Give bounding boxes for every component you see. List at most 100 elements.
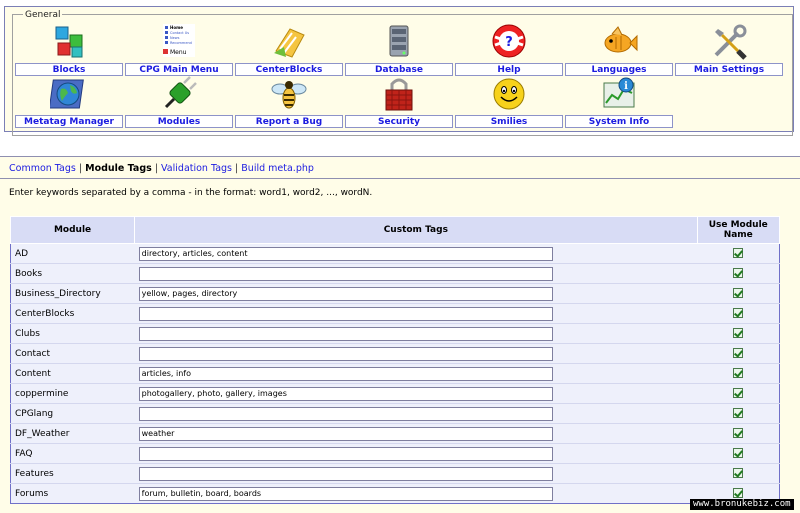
table-row: DF_Weather bbox=[10, 423, 780, 444]
tab-separator: | bbox=[78, 163, 83, 174]
svg-text:Home: Home bbox=[170, 25, 183, 30]
custom-tags-input[interactable] bbox=[138, 266, 553, 281]
custom-tags-cell bbox=[134, 443, 697, 464]
use-module-name-checkbox[interactable] bbox=[733, 408, 743, 419]
custom-tags-cell bbox=[134, 323, 697, 344]
custom-tags-cell bbox=[134, 403, 697, 424]
admin-label: Report a Bug bbox=[235, 115, 343, 128]
use-module-name-cell bbox=[697, 363, 780, 384]
module-name-cell: Business_Directory bbox=[10, 283, 135, 304]
admin-item-blocks[interactable]: Blocks bbox=[15, 23, 123, 76]
admin-item-languages[interactable]: Languages bbox=[565, 23, 673, 76]
custom-tags-input[interactable] bbox=[138, 426, 553, 441]
svg-text:Recommend: Recommend bbox=[170, 41, 192, 45]
admin-label: Smilies bbox=[455, 115, 563, 128]
use-module-name-checkbox[interactable] bbox=[733, 388, 743, 399]
tab-validation-tags[interactable]: Validation Tags bbox=[161, 163, 232, 174]
admin-item-smilies[interactable]: Smilies bbox=[455, 75, 563, 128]
tab-divider bbox=[0, 178, 800, 179]
table-row: FAQ bbox=[10, 443, 780, 464]
use-module-name-checkbox[interactable] bbox=[733, 448, 743, 459]
tab-common-tags[interactable]: Common Tags bbox=[9, 163, 76, 174]
use-module-name-checkbox[interactable] bbox=[733, 488, 743, 499]
module-name-cell: CPGlang bbox=[10, 403, 135, 424]
centerblocks-icon bbox=[274, 28, 305, 58]
use-module-name-checkbox[interactable] bbox=[733, 328, 743, 339]
custom-tags-cell bbox=[134, 343, 697, 364]
use-module-name-cell bbox=[697, 463, 780, 484]
tab-build-meta[interactable]: Build meta.php bbox=[241, 163, 314, 174]
custom-tags-input[interactable] bbox=[138, 406, 553, 421]
table-row: Business_Directory bbox=[10, 283, 780, 304]
use-module-name-checkbox[interactable] bbox=[733, 368, 743, 379]
table-row: AD bbox=[10, 243, 780, 264]
use-module-name-cell bbox=[697, 283, 780, 304]
admin-label: System Info bbox=[565, 115, 673, 128]
use-module-name-cell bbox=[697, 243, 780, 264]
use-module-name-checkbox[interactable] bbox=[733, 308, 743, 319]
use-module-name-cell bbox=[697, 263, 780, 284]
svg-text:?: ? bbox=[505, 35, 513, 50]
settings-icon bbox=[714, 24, 747, 60]
table-row: Books bbox=[10, 263, 780, 284]
tab-module-tags[interactable]: Module Tags bbox=[85, 163, 152, 174]
custom-tags-input[interactable] bbox=[138, 486, 553, 501]
admin-item-modules[interactable]: Modules bbox=[125, 75, 233, 128]
admin-item-security[interactable]: Security bbox=[345, 75, 453, 128]
admin-item-centerblocks[interactable]: CenterBlocks bbox=[235, 23, 343, 76]
admin-item-system-info[interactable]: i System Info bbox=[565, 75, 673, 128]
custom-tags-input[interactable] bbox=[138, 246, 553, 261]
admin-item-cpg-main-menu[interactable]: Home Contact Us News Recommend Menu CPG … bbox=[125, 23, 233, 76]
custom-tags-input[interactable] bbox=[138, 366, 553, 381]
module-name-cell: DF_Weather bbox=[10, 423, 135, 444]
custom-tags-input[interactable] bbox=[138, 306, 553, 321]
custom-tags-cell bbox=[134, 483, 697, 504]
database-icon bbox=[389, 25, 409, 57]
admin-item-report-a-bug[interactable]: Report a Bug bbox=[235, 75, 343, 128]
table-row: Content bbox=[10, 363, 780, 384]
custom-tags-input[interactable] bbox=[138, 326, 553, 341]
watermark: www.bronukebiz.com bbox=[690, 499, 794, 510]
menu-icon: Home Contact Us News Recommend Menu bbox=[163, 24, 195, 57]
module-name-cell: FAQ bbox=[10, 443, 135, 464]
lock-icon bbox=[385, 78, 413, 111]
table-row: Features bbox=[10, 463, 780, 484]
custom-tags-input[interactable] bbox=[138, 446, 553, 461]
tab-separator: | bbox=[154, 163, 159, 174]
custom-tags-input[interactable] bbox=[138, 386, 553, 401]
admin-label: Main Settings bbox=[675, 63, 783, 76]
column-header-module: Module bbox=[9, 216, 136, 244]
table-row: Contact bbox=[10, 343, 780, 364]
module-tags-table: Module Custom Tags Use Module Name ADBoo… bbox=[9, 216, 780, 504]
use-module-name-checkbox[interactable] bbox=[733, 348, 743, 359]
globe-icon bbox=[50, 79, 84, 109]
use-module-name-checkbox[interactable] bbox=[733, 428, 743, 439]
custom-tags-cell bbox=[134, 463, 697, 484]
use-module-name-cell bbox=[697, 303, 780, 324]
instructions-text: Enter keywords separated by a comma - in… bbox=[9, 188, 373, 198]
admin-label: Security bbox=[345, 115, 453, 128]
module-name-cell: coppermine bbox=[10, 383, 135, 404]
use-module-name-checkbox[interactable] bbox=[733, 468, 743, 479]
svg-text:News: News bbox=[170, 36, 180, 40]
custom-tags-input[interactable] bbox=[138, 286, 553, 301]
custom-tags-cell bbox=[134, 383, 697, 404]
table-row: CPGlang bbox=[10, 403, 780, 424]
custom-tags-input[interactable] bbox=[138, 346, 553, 361]
use-module-name-checkbox[interactable] bbox=[733, 248, 743, 259]
admin-item-main-settings[interactable]: Main Settings bbox=[675, 23, 783, 76]
admin-item-metatag-manager[interactable]: Metatag Manager bbox=[15, 75, 123, 128]
admin-item-database[interactable]: Database bbox=[345, 23, 453, 76]
svg-text:i: i bbox=[624, 81, 628, 92]
custom-tags-cell bbox=[134, 303, 697, 324]
use-module-name-checkbox[interactable] bbox=[733, 288, 743, 299]
module-name-cell: Content bbox=[10, 363, 135, 384]
svg-text:Menu: Menu bbox=[170, 49, 187, 56]
custom-tags-input[interactable] bbox=[138, 466, 553, 481]
use-module-name-cell bbox=[697, 403, 780, 424]
system-info-icon: i bbox=[603, 77, 635, 108]
tag-tabs: Common Tags | Module Tags | Validation T… bbox=[9, 163, 314, 174]
admin-item-help[interactable]: ? Help bbox=[455, 23, 563, 76]
custom-tags-cell bbox=[134, 263, 697, 284]
use-module-name-checkbox[interactable] bbox=[733, 268, 743, 279]
